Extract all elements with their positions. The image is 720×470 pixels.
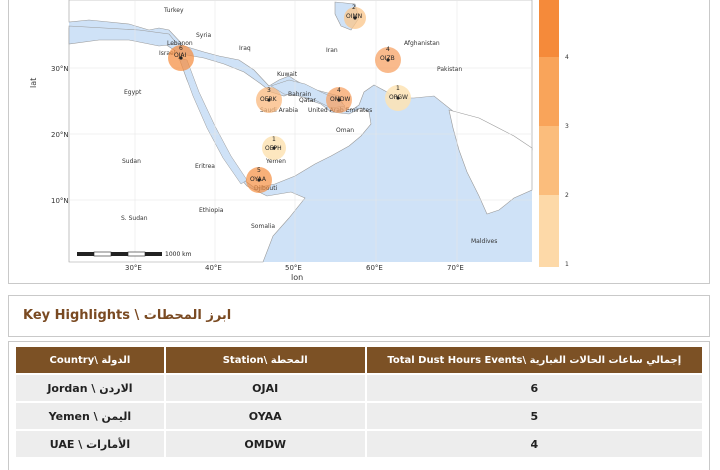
cell-total: 5 [366,403,702,429]
color-legend: 4 3 2 1 [539,0,569,268]
station-code: OIMN [346,13,362,20]
key-highlights-bar: Key Highlights \ ابرز المحطات [8,295,710,337]
country-label: Afghanistan [404,40,440,47]
table-row: UAE \ الأمارات OMDW 4 [16,431,702,457]
country-label: Iran [326,47,338,54]
station-code: OIZB [380,55,395,62]
legend-band [539,126,559,195]
legend-tick: 2 [565,192,569,199]
station-code: OMDW [330,96,351,103]
station-count: 4 [386,46,390,53]
country-label: S. Sudan [121,215,148,222]
cell-station: OYAA [165,403,365,429]
country-label: Kuwait [277,71,298,78]
dust-map: lat 30°N 20°N 10°N 30°E 40°E 50°E 60°E 7… [29,0,569,282]
lon-tick: 60°E [366,264,383,272]
column-header-total-dust-hours: Total Dust Hours Events\ إجمالي ساعات ال… [366,347,702,373]
legend-band [539,0,559,57]
x-axis-label: lon [291,273,303,282]
station-count: 4 [337,87,341,94]
cell-station: OJAI [165,375,365,401]
key-highlights-title: Key Highlights \ ابرز المحطات [23,308,232,323]
country-label: Syria [196,32,211,39]
country-label: Oman [336,127,354,134]
station-oerk[interactable]: 3 OERK [256,87,282,113]
station-count: 2 [352,4,356,11]
legend-band [539,57,559,126]
lat-tick: 30°N [51,65,69,73]
legend-tick: 3 [565,123,569,130]
legend-tick: 1 [565,261,569,268]
stations-table: Country\ الدولة Station\ المحطة Total Du… [14,345,704,459]
column-header-country: Country\ الدولة [16,347,164,373]
country-label: Turkey [163,7,184,14]
cell-country: UAE \ الأمارات [16,431,164,457]
station-omdw[interactable]: 4 OMDW [326,87,352,113]
station-code: OPGW [389,94,408,101]
country-label: Qatar [299,97,316,104]
stations-table-panel: Country\ الدولة Station\ المحطة Total Du… [8,341,710,470]
station-code: OEPH [265,145,282,152]
country-label: Somalia [251,223,275,230]
station-count: 6 [179,45,183,52]
country-label: Eritrea [195,163,215,170]
station-code: OJAI [174,52,186,59]
legend-band [539,195,559,267]
station-code: OERK [260,96,278,103]
station-count: 5 [257,167,261,174]
lon-tick: 70°E [447,264,464,272]
table-row: Jordan \ الاردن OJAI 6 [16,375,702,401]
column-header-station: Station\ المحطة [165,347,365,373]
country-label: Ethiopia [199,207,224,214]
lat-tick: 10°N [51,197,69,205]
station-opgw[interactable]: 1 OPGW [385,85,411,111]
lat-tick: 20°N [51,131,69,139]
country-label: Sudan [122,158,141,165]
station-oyaa[interactable]: 5 OYAA [246,167,272,193]
scale-bar-label: 1000 km [165,251,192,258]
y-axis-label: lat [29,78,38,88]
map-panel: lat 30°N 20°N 10°N 30°E 40°E 50°E 60°E 7… [8,0,710,284]
lon-tick: 40°E [205,264,222,272]
country-label: Egypt [124,89,142,96]
cell-station: OMDW [165,431,365,457]
station-ojai[interactable]: 6 OJAI [168,45,194,71]
station-oeph[interactable]: 1 OEPH [262,136,286,160]
station-count: 3 [267,87,271,94]
station-code: OYAA [250,176,267,183]
cell-total: 6 [366,375,702,401]
country-label: Maldives [471,238,497,245]
table-header-row: Country\ الدولة Station\ المحطة Total Du… [16,347,702,373]
country-label: Pakistan [437,66,462,73]
station-count: 1 [272,136,276,143]
lon-tick: 30°E [125,264,142,272]
station-count: 1 [396,85,400,92]
cell-country: Jordan \ الاردن [16,375,164,401]
table-row: Yemen \ اليمن OYAA 5 [16,403,702,429]
legend-tick: 4 [565,54,569,61]
cell-country: Yemen \ اليمن [16,403,164,429]
lon-tick: 50°E [285,264,302,272]
country-label: Iraq [239,45,251,52]
cell-total: 4 [366,431,702,457]
